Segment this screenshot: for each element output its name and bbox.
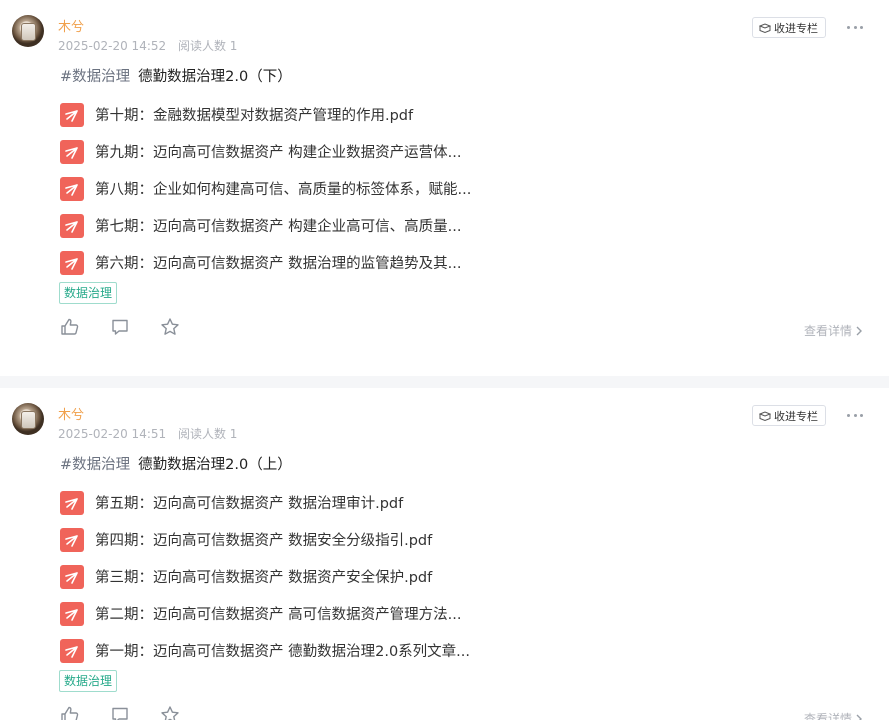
topic-tag[interactable]: 数据治理 (59, 282, 118, 304)
thumbs-up-icon[interactable] (60, 705, 80, 720)
collect-to-column-button[interactable]: 收进专栏 (752, 405, 826, 426)
thumbs-up-icon[interactable] (60, 317, 80, 339)
attachment-item[interactable]: 第三期：迈向高可信数据资产 数据资产安全保护.pdf (60, 558, 470, 595)
post-meta: 2025-02-20 14:51 阅读人数 1 (58, 425, 237, 442)
attachment-item[interactable]: 第四期：迈向高可信数据资产 数据安全分级指引.pdf (60, 521, 470, 558)
post-actions (60, 317, 180, 339)
pdf-icon (60, 250, 84, 275)
attachment-name: 第三期：迈向高可信数据资产 数据资产安全保护.pdf (95, 570, 433, 586)
attachment-name: 第六期：迈向高可信数据资产 数据治理的监管趋势及其... (95, 256, 462, 272)
attachment-name: 第四期：迈向高可信数据资产 数据安全分级指引.pdf (95, 533, 433, 549)
more-dots-icon[interactable] (847, 20, 863, 34)
reader-count: 阅读人数 1 (177, 427, 238, 441)
attachment-name: 第八期：企业如何构建高可信、高质量的标签体系，赋能... (95, 182, 472, 198)
post-meta: 2025-02-20 14:52 阅读人数 1 (58, 37, 237, 54)
collect-label: 收进专栏 (774, 21, 818, 35)
pdf-icon (60, 638, 84, 663)
pdf-icon (60, 176, 84, 201)
post-title[interactable]: #数据治理 德勤数据治理2.0（下） (60, 65, 292, 86)
pdf-icon (60, 213, 84, 238)
avatar[interactable] (12, 15, 44, 47)
pdf-icon (60, 102, 84, 127)
view-details-link[interactable]: 查看详情 (804, 322, 863, 339)
attachment-name: 第十期：金融数据模型对数据资产管理的作用.pdf (95, 108, 414, 124)
post-title-text: 德勤数据治理2.0（上） (138, 457, 292, 473)
attachment-name: 第五期：迈向高可信数据资产 数据治理审计.pdf (95, 496, 404, 512)
author-name[interactable]: 木兮 (58, 16, 84, 35)
attachment-item[interactable]: 第六期：迈向高可信数据资产 数据治理的监管趋势及其... (60, 244, 471, 281)
collect-label: 收进专栏 (774, 409, 818, 423)
reader-count: 阅读人数 1 (177, 39, 238, 53)
pdf-icon (60, 527, 84, 552)
post-title[interactable]: #数据治理 德勤数据治理2.0（上） (60, 453, 292, 474)
more-dots-icon[interactable] (847, 408, 863, 422)
attachment-name: 第九期：迈向高可信数据资产 构建企业数据资产运营体... (95, 145, 462, 161)
view-details-link[interactable]: 查看详情 (804, 710, 863, 720)
view-details-label: 查看详情 (803, 324, 852, 338)
attachment-item[interactable]: 第七期：迈向高可信数据资产 构建企业高可信、高质量... (60, 207, 471, 244)
attachment-item[interactable]: 第九期：迈向高可信数据资产 构建企业数据资产运营体... (60, 133, 471, 170)
avatar[interactable] (12, 403, 44, 435)
comment-icon[interactable] (110, 317, 130, 339)
post-timestamp: 2025-02-20 14:51 (58, 427, 167, 441)
attachment-name: 第七期：迈向高可信数据资产 构建企业高可信、高质量... (95, 219, 462, 235)
pdf-icon (60, 139, 84, 164)
attachment-name: 第一期：迈向高可信数据资产 德勤数据治理2.0系列文章... (95, 644, 470, 660)
post-hashtag[interactable]: #数据治理 (60, 69, 130, 85)
post-actions (60, 705, 180, 720)
post-timestamp: 2025-02-20 14:52 (58, 39, 167, 53)
attachment-item[interactable]: 第五期：迈向高可信数据资产 数据治理审计.pdf (60, 484, 470, 521)
collect-to-column-button[interactable]: 收进专栏 (752, 17, 826, 38)
attachment-item[interactable]: 第一期：迈向高可信数据资产 德勤数据治理2.0系列文章... (60, 632, 470, 669)
topic-tag[interactable]: 数据治理 (59, 670, 118, 692)
attachment-list: 第五期：迈向高可信数据资产 数据治理审计.pdf 第四期：迈向高可信数据资产 数… (60, 484, 470, 669)
box-icon (759, 410, 771, 421)
pdf-icon (60, 490, 84, 515)
view-details-label: 查看详情 (803, 712, 852, 720)
pdf-icon (60, 564, 84, 589)
star-icon[interactable] (160, 317, 180, 339)
post-hashtag[interactable]: #数据治理 (60, 457, 130, 473)
star-icon[interactable] (160, 705, 180, 720)
attachment-item[interactable]: 第二期：迈向高可信数据资产 高可信数据资产管理方法... (60, 595, 470, 632)
feed-post: 木兮 2025-02-20 14:51 阅读人数 1 收进专栏 #数据治理 德勤数… (0, 376, 889, 720)
pdf-icon (60, 601, 84, 626)
author-name[interactable]: 木兮 (58, 404, 84, 423)
attachment-item[interactable]: 第十期：金融数据模型对数据资产管理的作用.pdf (60, 96, 471, 133)
attachment-list: 第十期：金融数据模型对数据资产管理的作用.pdf 第九期：迈向高可信数据资产 构… (60, 96, 471, 281)
box-icon (759, 22, 771, 33)
attachment-item[interactable]: 第八期：企业如何构建高可信、高质量的标签体系，赋能... (60, 170, 471, 207)
comment-icon[interactable] (110, 705, 130, 720)
chevron-right-icon (856, 714, 862, 720)
attachment-name: 第二期：迈向高可信数据资产 高可信数据资产管理方法... (95, 607, 462, 623)
chevron-right-icon (856, 326, 862, 335)
post-title-text: 德勤数据治理2.0（下） (138, 69, 292, 85)
feed-post: 木兮 2025-02-20 14:52 阅读人数 1 收进专栏 #数据治理 德勤数… (0, 0, 889, 364)
